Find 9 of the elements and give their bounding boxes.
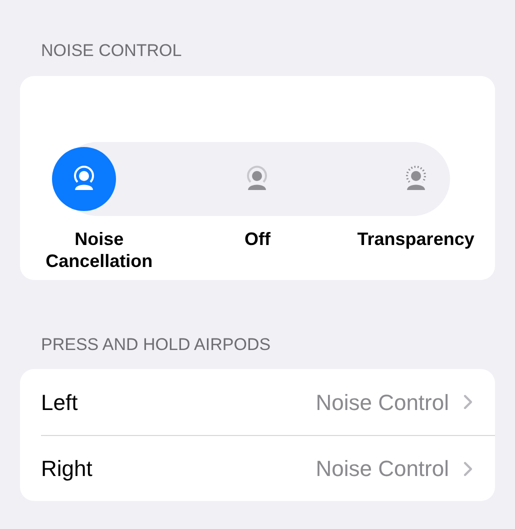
section-header: NOISE CONTROL: [40, 40, 183, 62]
mode-option[interactable]: Off: [178, 146, 337, 272]
chevron-icon: [463, 460, 473, 476]
chevron-icon: [463, 394, 473, 410]
row-label: Left: [41, 388, 78, 416]
row-label: Right: [41, 455, 92, 483]
section-header: PRESS AND HOLD AIRPODS: [40, 334, 272, 356]
mode-option[interactable]: Transparency: [336, 146, 495, 272]
mode-option[interactable]: Noise Cancellation: [20, 146, 178, 272]
